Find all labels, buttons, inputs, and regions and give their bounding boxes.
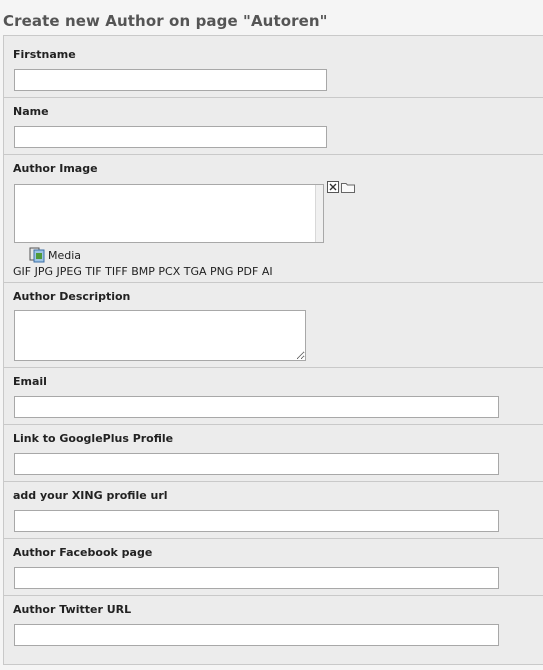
media-icon bbox=[29, 247, 45, 263]
name-label: Name bbox=[13, 105, 49, 118]
googleplus-label: Link to GooglePlus Profile bbox=[13, 432, 174, 445]
googleplus-input[interactable] bbox=[14, 453, 499, 475]
image-selector-scrollbar[interactable] bbox=[315, 185, 323, 242]
folder-icon[interactable] bbox=[341, 182, 355, 193]
xing-label: add your XING profile url bbox=[13, 489, 168, 502]
twitter-label: Author Twitter URL bbox=[13, 603, 132, 616]
page-title: Create new Author on page "Autoren" bbox=[3, 12, 328, 30]
email-label: Email bbox=[13, 375, 47, 388]
author-image-label: Author Image bbox=[13, 162, 98, 175]
allowed-file-types: GIF JPG JPEG TIF TIFF BMP PCX TGA PNG PD… bbox=[13, 265, 273, 278]
xing-section: add your XING profile url bbox=[4, 482, 543, 539]
firstname-section: Firstname bbox=[4, 36, 543, 98]
twitter-input[interactable] bbox=[14, 624, 499, 646]
facebook-section: Author Facebook page bbox=[4, 539, 543, 596]
twitter-section: Author Twitter URL bbox=[4, 596, 543, 664]
author-description-textarea[interactable] bbox=[14, 310, 306, 361]
name-section: Name bbox=[4, 98, 543, 155]
firstname-input[interactable] bbox=[14, 69, 327, 91]
googleplus-section: Link to GooglePlus Profile bbox=[4, 425, 543, 482]
facebook-label: Author Facebook page bbox=[13, 546, 153, 559]
xing-input[interactable] bbox=[14, 510, 499, 532]
author-image-selector[interactable] bbox=[14, 184, 324, 243]
firstname-label: Firstname bbox=[13, 48, 76, 61]
media-label: Media bbox=[48, 248, 82, 262]
author-form: Firstname Name Author Image Media GIF JP… bbox=[3, 35, 543, 665]
name-input[interactable] bbox=[14, 126, 327, 148]
author-image-section: Author Image Media GIF JPG JPEG TIF TIFF… bbox=[4, 155, 543, 283]
email-input[interactable] bbox=[14, 396, 499, 418]
delete-x-icon[interactable] bbox=[327, 181, 339, 193]
author-description-section: Author Description bbox=[4, 283, 543, 368]
email-section: Email bbox=[4, 368, 543, 425]
author-description-label: Author Description bbox=[13, 290, 131, 303]
facebook-input[interactable] bbox=[14, 567, 499, 589]
media-link[interactable]: Media bbox=[29, 247, 81, 263]
